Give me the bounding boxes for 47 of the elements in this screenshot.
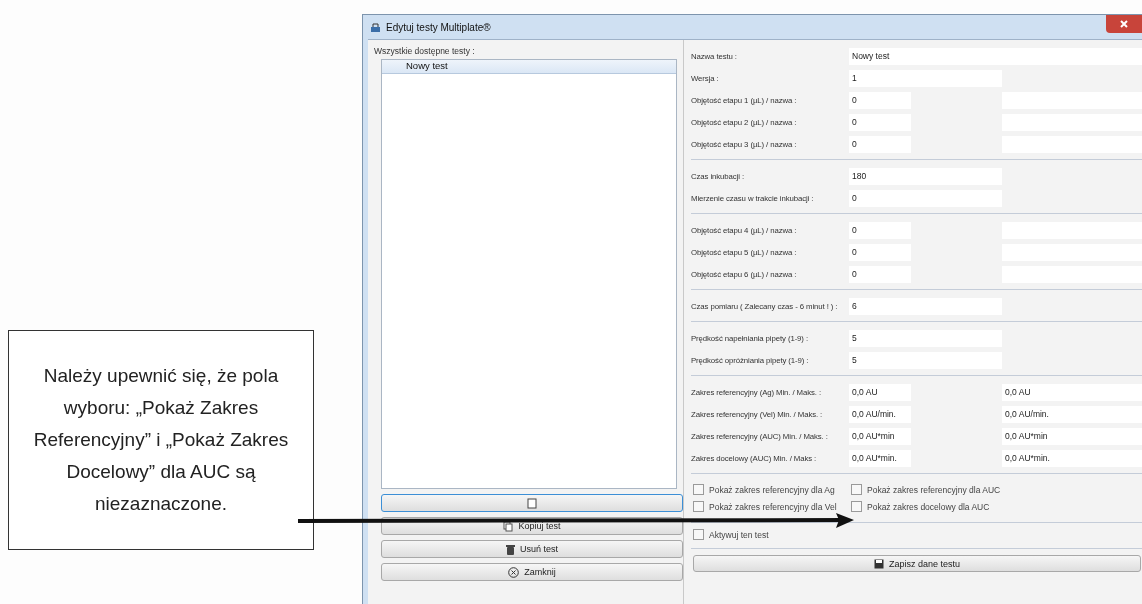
checkbox-label: Pokaż zakres docelowy dla AUC	[867, 501, 990, 512]
input-field[interactable]: 0	[849, 221, 911, 239]
document-icon	[527, 497, 537, 509]
input-field[interactable]: 0	[849, 189, 1002, 207]
checkbox-label: Pokaż zakres referencyjny dla Ag	[709, 484, 835, 495]
input-field[interactable]: 1	[849, 69, 1002, 87]
checkbox[interactable]	[851, 501, 862, 512]
copy-icon	[503, 520, 514, 532]
input-field[interactable]: 180	[849, 167, 1002, 185]
list-label: Wszystkie dostępne testy :	[374, 46, 476, 56]
list-item[interactable]: Nowy test	[382, 60, 676, 74]
close-icon	[1119, 19, 1129, 29]
action-button[interactable]	[381, 494, 683, 512]
input-field[interactable]: 0,0 AU	[1002, 383, 1142, 401]
save-icon	[873, 558, 884, 569]
checkbox-label: Pokaż zakres referencyjny dla AUC	[867, 484, 1001, 495]
app-icon	[370, 21, 381, 33]
input-field[interactable]: 0,0 AU*min.	[1002, 449, 1142, 467]
input-field[interactable]: 0,0 AU*min.	[849, 449, 911, 467]
input-field[interactable]: 0	[849, 243, 911, 261]
input-field[interactable]: 0,0 AU/min.	[1002, 405, 1142, 423]
input-field[interactable]: 0,0 AU*min	[849, 427, 911, 445]
input-field[interactable]: 6	[849, 297, 1002, 315]
input-field[interactable]: 0	[849, 113, 911, 131]
checkbox-label: Pokaż zakres referencyjny dla Vel	[709, 501, 837, 512]
callout-text: Należy upewnić się, że pola wyboru: „Pokaż Zakres Referencyjny” i „Pokaż Zakres Docelowy” dla AUC są niezaznaczone.	[32, 364, 290, 516]
trash-icon	[506, 543, 515, 555]
checkbox[interactable]	[693, 529, 704, 540]
input-field[interactable]: 5	[849, 329, 1002, 347]
checkbox[interactable]	[693, 501, 704, 512]
close-button[interactable]	[1106, 15, 1142, 33]
input-field[interactable]: Nowy test	[849, 47, 1142, 65]
input-field[interactable]: 5	[849, 351, 1002, 369]
delete-button[interactable]: Usuń test	[381, 540, 683, 558]
window-title: Edytuj testy Multiplate®	[386, 21, 492, 33]
input-field[interactable]: 0,0 AU*min	[1002, 427, 1142, 445]
close-button[interactable]: Zamknij	[381, 563, 683, 581]
input-field[interactable]: 0	[849, 91, 911, 109]
input-field[interactable]: 0	[849, 135, 911, 153]
save-button[interactable]: Zapisz dane testu	[693, 555, 1141, 572]
checkbox[interactable]	[851, 484, 862, 495]
checkbox-label: Aktywuj ten test	[709, 529, 769, 540]
input-field[interactable]: 0	[849, 265, 911, 283]
close-icon	[508, 566, 520, 578]
input-field[interactable]: 0,0 AU/min.	[849, 405, 911, 423]
input-field[interactable]: 0,0 AU	[849, 383, 911, 401]
checkbox[interactable]	[693, 484, 704, 495]
